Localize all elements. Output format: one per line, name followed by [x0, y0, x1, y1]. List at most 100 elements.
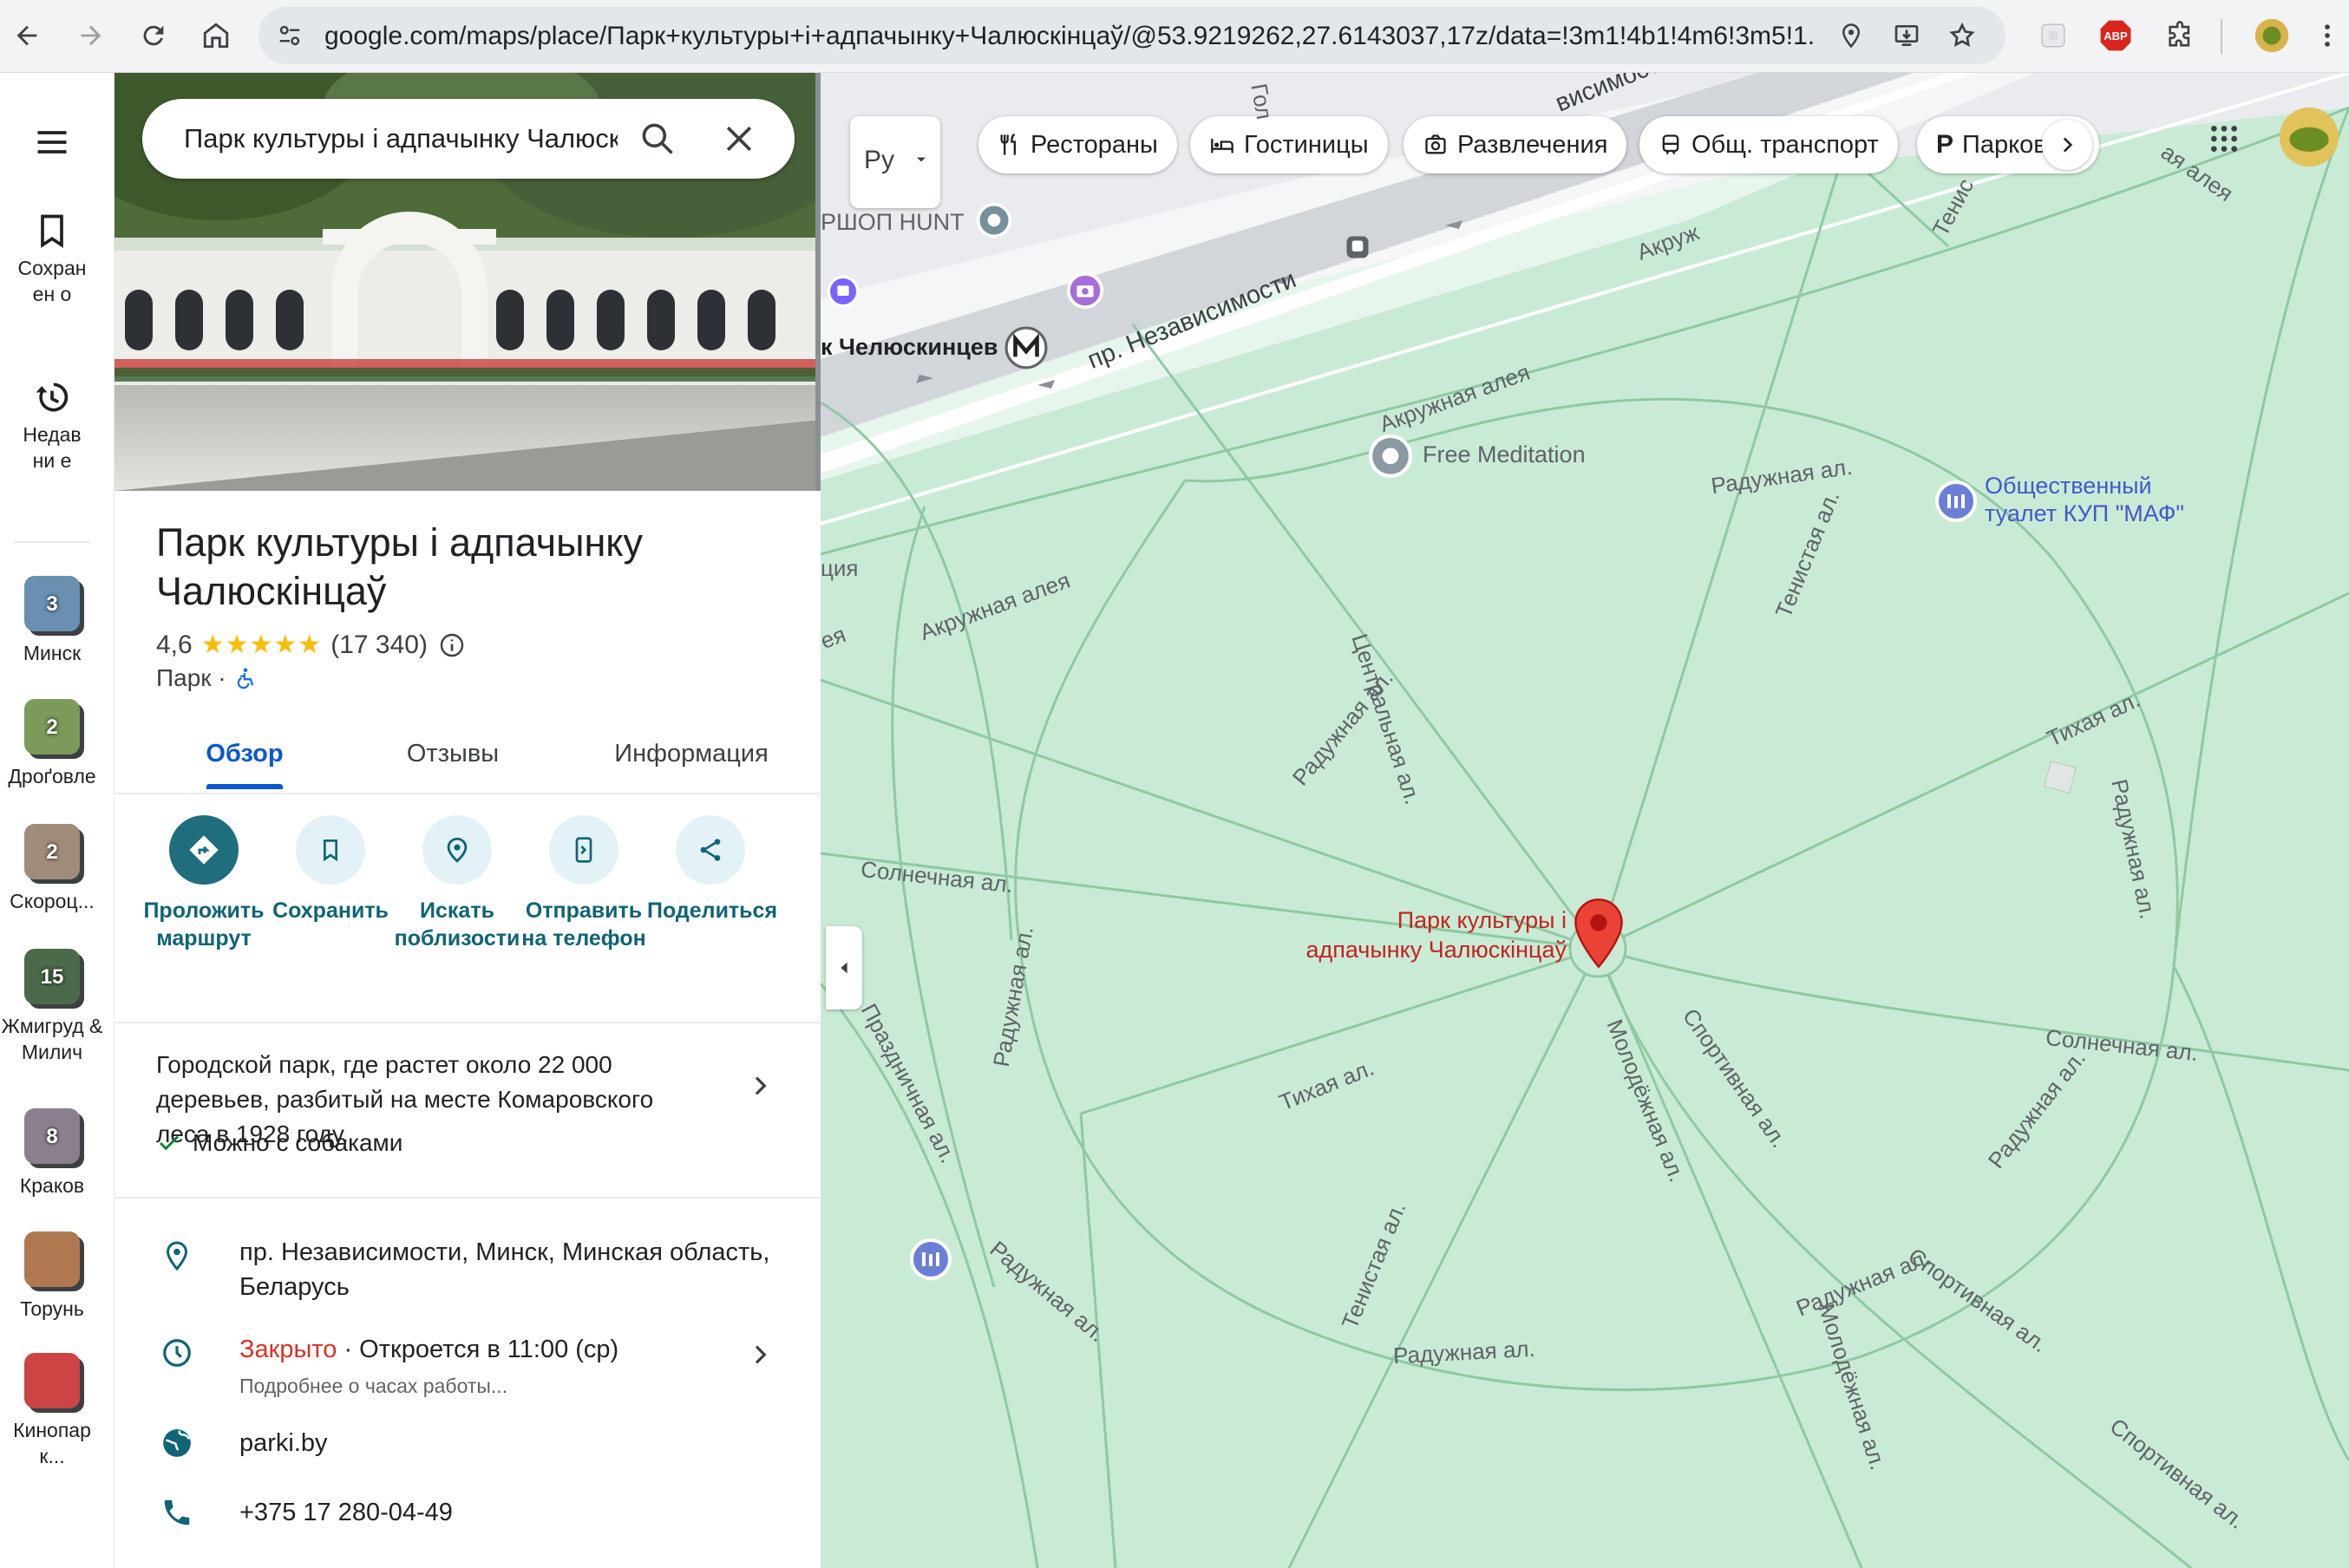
puzzle-icon[interactable]: [2162, 17, 2198, 54]
recent-place-item[interactable]: 2 Скороц...: [0, 824, 104, 914]
forward-button[interactable]: [68, 12, 115, 59]
transit-stop-icon[interactable]: [826, 274, 860, 309]
recent-button[interactable]: Недавни е: [0, 378, 104, 474]
directions-icon: [189, 835, 219, 865]
poi-shop[interactable]: РШОП HUNT: [821, 208, 965, 236]
place-marker-icon[interactable]: [1574, 897, 1624, 970]
toilet-pin-icon[interactable]: [1934, 480, 1978, 529]
recent-place-count: 15: [40, 965, 64, 989]
share-button[interactable]: Поделиться: [647, 815, 777, 924]
saved-button[interactable]: Сохранен о: [0, 212, 104, 307]
hours-more[interactable]: Подробнее о часах работы...: [239, 1369, 777, 1403]
reload-button[interactable]: [130, 12, 177, 59]
extension-icon[interactable]: [2035, 17, 2071, 54]
website-row[interactable]: parki.by: [115, 1426, 821, 1478]
recent-place-count: 2: [46, 840, 58, 864]
adblock-icon[interactable]: ABP: [2097, 17, 2134, 54]
recent-place-item[interactable]: 15 Жмигруд & Милич: [0, 949, 104, 1065]
browser-toolbar: google.com/maps/place/Парк+культуры+і+ад…: [0, 0, 2349, 73]
meditation-pin-icon[interactable]: [1369, 434, 1412, 486]
menu-dots-icon[interactable]: [2309, 17, 2346, 54]
action-buttons: Проложить маршрут Сохранить Искать побли…: [115, 815, 821, 1023]
poi-meditation[interactable]: Free Meditation: [1423, 441, 1586, 468]
poi-metro[interactable]: к Челюскинцев: [821, 333, 998, 361]
info-icon[interactable]: [438, 631, 466, 659]
place-map-label[interactable]: Парк культуры і адпачынку Чалюскінцаў: [1280, 905, 1567, 964]
shop-pin-icon[interactable]: [975, 201, 1013, 239]
recent-place-label: Кинопар к...: [13, 1419, 91, 1467]
location-icon[interactable]: [1834, 18, 1868, 53]
rating-stars: ★★★★★: [200, 630, 323, 659]
poi-toilet[interactable]: Общественный туалет КУП "МАФ": [1985, 472, 2184, 527]
checkmark-icon: [159, 1135, 180, 1151]
transit-icon: [1662, 134, 1679, 155]
chip-transit[interactable]: Общ. транспорт: [1639, 116, 1898, 173]
map-canvas[interactable]: Ру Рестораны Гостиницы Развлечения Общ. …: [821, 73, 2349, 1568]
chip-hotels-label: Гостиницы: [1244, 130, 1369, 159]
bus-stop-icon[interactable]: [1345, 234, 1371, 260]
tab-info[interactable]: Информация: [583, 715, 800, 793]
recent-place-label: Краков: [19, 1174, 85, 1197]
attraction-pin-icon[interactable]: [1065, 271, 1105, 310]
recent-place-label: Минск: [23, 642, 82, 664]
bookmark-icon: [324, 840, 337, 862]
apps-grid-button[interactable]: [2207, 121, 2241, 160]
chevron-right-icon[interactable]: [746, 1341, 774, 1369]
recent-place-item[interactable]: Кинопар к...: [0, 1353, 104, 1469]
metro-icon[interactable]: [1004, 326, 1048, 369]
chip-restaurants[interactable]: Рестораны: [978, 116, 1177, 173]
address-bar[interactable]: google.com/maps/place/Парк+культуры+і+ад…: [258, 7, 2005, 64]
back-button[interactable]: [3, 12, 50, 59]
language-label: Ру: [864, 146, 895, 174]
back-icon: [16, 25, 37, 46]
chevron-right-icon[interactable]: [746, 1072, 774, 1100]
hours-row[interactable]: Закрыто · Откроется в 11:00 (ср) Подробн…: [115, 1332, 821, 1401]
collapse-panel-button[interactable]: [826, 926, 862, 1009]
menu-button[interactable]: [33, 123, 71, 166]
search-input[interactable]: Парк культуры і адпачынку Чалюскінцаў: [184, 123, 618, 154]
send-to-phone-icon: [575, 837, 592, 863]
toolbar-divider: [2221, 19, 2222, 54]
street-iya: ция: [821, 555, 859, 581]
bookmark-star-icon[interactable]: [1945, 18, 1979, 53]
recent-place-thumbnail: 2: [24, 824, 80, 879]
chevron-down-icon: [917, 157, 926, 162]
recent-place-item[interactable]: 8 Краков: [0, 1108, 104, 1199]
profile-avatar[interactable]: [2254, 17, 2290, 54]
reload-icon: [143, 25, 164, 46]
address-row[interactable]: пр. Независимости, Минск, Минская област…: [115, 1235, 821, 1313]
search-box[interactable]: Парк культуры і адпачынку Чалюскінцаў: [142, 99, 795, 179]
search-icon: [642, 123, 673, 154]
clear-search-button[interactable]: [720, 120, 758, 162]
chip-entertainment[interactable]: Развлечения: [1404, 116, 1627, 173]
directions-button[interactable]: Проложить маршрут: [141, 815, 267, 952]
phone-text[interactable]: +375 17 280-04-49: [239, 1495, 777, 1530]
chips-next-button[interactable]: [2042, 120, 2092, 170]
layer-language-button[interactable]: Ру: [850, 116, 940, 208]
phone-row[interactable]: +375 17 280-04-49: [115, 1495, 821, 1547]
tab-overview[interactable]: Обзор: [167, 715, 323, 793]
nearby-button[interactable]: Искать поблизости: [394, 815, 520, 952]
send-to-phone-button[interactable]: Отправить на телефон: [520, 815, 647, 952]
restaurant-icon: [1000, 134, 1016, 155]
chip-hotels[interactable]: Гостиницы: [1190, 116, 1388, 173]
place-map-label-line2: адпачынку Чалюскінцаў: [1305, 937, 1567, 963]
review-count[interactable]: (17 340): [330, 630, 428, 660]
phone-icon: [158, 1493, 196, 1532]
toilet-pin-icon-2[interactable]: [909, 1238, 952, 1287]
url-text: google.com/maps/place/Парк+культуры+і+ад…: [324, 23, 1816, 50]
recent-place-item[interactable]: 3 Минск: [0, 576, 104, 666]
website-text[interactable]: parki.by: [239, 1426, 777, 1460]
save-button[interactable]: Сохранить: [267, 815, 394, 924]
globe-icon: [158, 1424, 196, 1462]
tab-reviews[interactable]: Отзывы: [375, 715, 531, 793]
apps-grid-icon: [2211, 126, 2237, 152]
site-settings-icon[interactable]: [272, 18, 307, 53]
search-button[interactable]: [638, 120, 677, 162]
recent-place-item[interactable]: Торунь: [0, 1232, 104, 1322]
install-icon[interactable]: [1889, 18, 1924, 53]
account-avatar[interactable]: [2280, 108, 2339, 167]
place-type[interactable]: Парк ·: [156, 664, 226, 692]
home-button[interactable]: [193, 12, 239, 59]
recent-place-item[interactable]: 2 Дроґовле: [0, 699, 104, 789]
